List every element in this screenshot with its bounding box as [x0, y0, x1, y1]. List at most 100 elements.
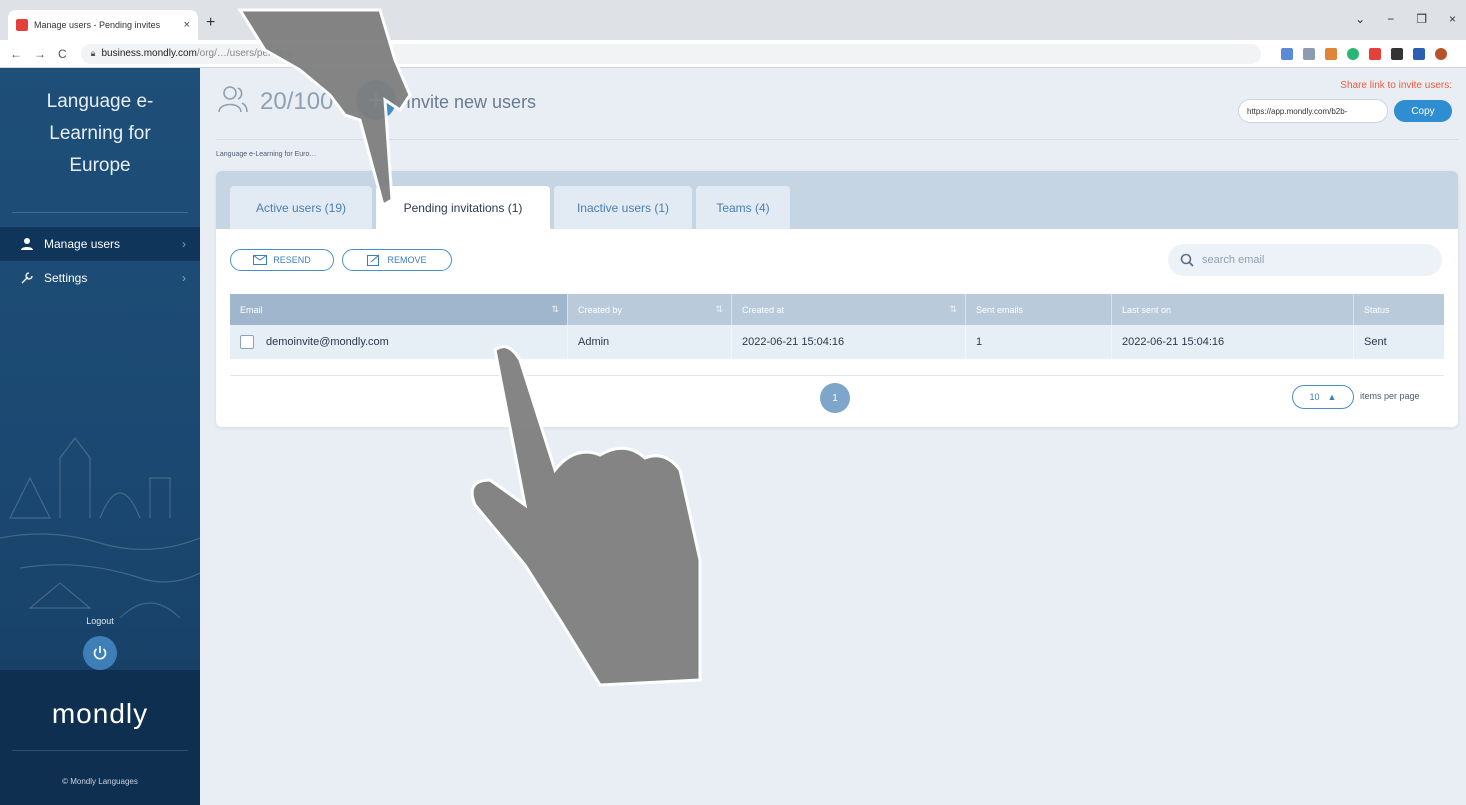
cell-sent-emails: 1	[966, 325, 1112, 359]
share-link-section: Share link to invite users: https://app.…	[1212, 80, 1452, 123]
extensions-area	[1280, 47, 1447, 60]
chevron-right-icon: ›	[182, 271, 186, 285]
power-icon[interactable]	[83, 636, 117, 670]
sidebar-item-manage-users[interactable]: Manage users ›	[0, 227, 200, 261]
copyright: © Mondly Languages	[62, 777, 138, 786]
column-status[interactable]: Status	[1354, 294, 1444, 325]
wrench-icon	[18, 271, 36, 285]
resend-label: RESEND	[273, 255, 311, 265]
column-label: Created by	[578, 304, 623, 315]
per-page-value: 10	[1309, 392, 1320, 402]
column-label: Email	[240, 304, 263, 315]
share-link-field[interactable]: https://app.mondly.com/b2b-	[1238, 99, 1388, 123]
search-input[interactable]: search email	[1168, 244, 1442, 276]
search-icon	[1180, 253, 1194, 267]
per-page-select[interactable]: 10 ▲	[1292, 385, 1354, 409]
column-sent-emails[interactable]: Sent emails	[966, 294, 1112, 325]
sort-icon: ⇅	[949, 304, 957, 314]
sidebar: Language e-Learning for Europe Manage us…	[0, 68, 200, 805]
envelope-icon	[253, 255, 268, 265]
forward-icon[interactable]: →	[34, 47, 46, 61]
user-count: 20/100	[260, 88, 334, 115]
extension-icon[interactable]	[1368, 47, 1381, 60]
sidebar-item-label: Manage users	[44, 237, 121, 251]
table-divider	[230, 375, 1444, 376]
remove-label: REMOVE	[387, 255, 427, 265]
column-email[interactable]: Email ⇅	[230, 294, 568, 325]
cell-created-at: 2022-06-21 15:04:16	[732, 325, 966, 359]
new-tab-button[interactable]: +	[206, 14, 215, 32]
tab-close-icon[interactable]: ×	[184, 19, 190, 31]
invite-plus-button[interactable]: +	[356, 80, 396, 120]
sidepanel-icon[interactable]	[1412, 47, 1425, 60]
org-name: Language e-Learning for Europe	[46, 91, 154, 176]
breadcrumb[interactable]: Language e-Learning for Euro…	[216, 151, 316, 158]
remove-button[interactable]: REMOVE	[342, 249, 452, 271]
copy-button[interactable]: Copy	[1394, 100, 1452, 122]
minimize-icon[interactable]: −	[1387, 12, 1394, 26]
nav-buttons: ← → C	[0, 47, 67, 61]
edit-icon	[367, 254, 380, 266]
column-label: Last sent on	[1122, 304, 1172, 315]
lock-icon: 🔒︎	[90, 48, 96, 58]
sidebar-divider	[12, 212, 188, 213]
url-field[interactable]: 🔒︎ business.mondly.com /org/…/users/pend…	[80, 43, 1261, 64]
cell-status: Sent	[1364, 336, 1387, 348]
user-icon	[18, 237, 36, 251]
reload-icon[interactable]: C	[58, 47, 67, 61]
tab-inactive-users[interactable]: Inactive users (1)	[554, 186, 692, 229]
column-last-sent-on[interactable]: Last sent on	[1112, 294, 1354, 325]
mondly-logo: mondly	[51, 698, 149, 729]
tab-active-users[interactable]: Active users (19)	[230, 186, 372, 229]
extension-icon[interactable]	[1280, 47, 1293, 60]
tabs-bar: Active users (19) Pending invitations (1…	[216, 171, 1458, 229]
extension-icon[interactable]	[1302, 47, 1315, 60]
sort-icon: ⇅	[551, 304, 559, 314]
mondly-favicon-icon	[16, 19, 28, 31]
per-page-label: items per page	[1360, 391, 1420, 401]
sidebar-item-settings[interactable]: Settings ›	[0, 261, 200, 295]
extension-icon[interactable]	[1324, 47, 1337, 60]
logout-label: Logout	[86, 616, 114, 626]
caret-up-icon: ▲	[1327, 392, 1337, 402]
brand-divider	[12, 750, 188, 751]
profile-avatar[interactable]	[1434, 47, 1447, 60]
extension-icon[interactable]	[1346, 47, 1359, 60]
column-created-by[interactable]: Created by ⇅	[568, 294, 732, 325]
tab-search-icon[interactable]: ⌄	[1355, 12, 1365, 26]
window-close-icon[interactable]: ×	[1449, 12, 1456, 26]
sort-icon: ⇅	[715, 304, 723, 314]
url-domain: business.mondly.com	[101, 48, 197, 59]
table-row[interactable]: demoinvite@mondly.com Admin 2022-06-21 1…	[230, 325, 1444, 359]
url-path: /org/…/users/pending	[196, 48, 293, 59]
brand-footer: mondly © Mondly Languages	[0, 670, 200, 805]
tab-pending-invitations[interactable]: Pending invitations (1)	[376, 186, 550, 229]
address-bar: ← → C 🔒︎ business.mondly.com /org/…/user…	[0, 40, 1466, 68]
share-link-label: Share link to invite users:	[1340, 80, 1452, 91]
invite-users-link[interactable]: Invite new users	[406, 92, 536, 113]
email-value: demoinvite@mondly.com	[266, 336, 389, 348]
column-label: Sent emails	[976, 304, 1024, 315]
table-header: Email ⇅ Created by ⇅ Created at ⇅ Sent e…	[230, 294, 1444, 325]
city-skyline-illustration	[0, 437, 200, 619]
cell-last-sent-on: 2022-06-21 15:04:16	[1112, 325, 1354, 359]
row-checkbox[interactable]	[240, 335, 254, 349]
column-label: Created at	[742, 304, 785, 315]
column-created-at[interactable]: Created at ⇅	[732, 294, 966, 325]
tab-teams[interactable]: Teams (4)	[696, 186, 790, 229]
window-controls: ⌄ − ❐ ×	[1355, 12, 1456, 26]
search-placeholder: search email	[1202, 254, 1265, 266]
page-header: 20/100 + Invite new users Share link to …	[216, 68, 1458, 140]
puzzle-icon[interactable]	[1390, 47, 1403, 60]
sidebar-item-label: Settings	[44, 271, 88, 285]
back-icon[interactable]: ←	[10, 47, 22, 61]
browser-tab-title: Manage users - Pending invites	[34, 20, 161, 30]
cell-email: demoinvite@mondly.com	[230, 325, 568, 359]
browser-tab[interactable]: Manage users - Pending invites ×	[8, 10, 198, 40]
page-button[interactable]: 1	[820, 383, 850, 413]
users-panel: Active users (19) Pending invitations (1…	[216, 171, 1458, 427]
chevron-right-icon: ›	[182, 237, 186, 251]
resend-button[interactable]: RESEND	[230, 249, 334, 271]
restore-icon[interactable]: ❐	[1416, 12, 1427, 26]
browser-tab-bar: Manage users - Pending invites × + ⌄ − ❐…	[0, 0, 1466, 40]
